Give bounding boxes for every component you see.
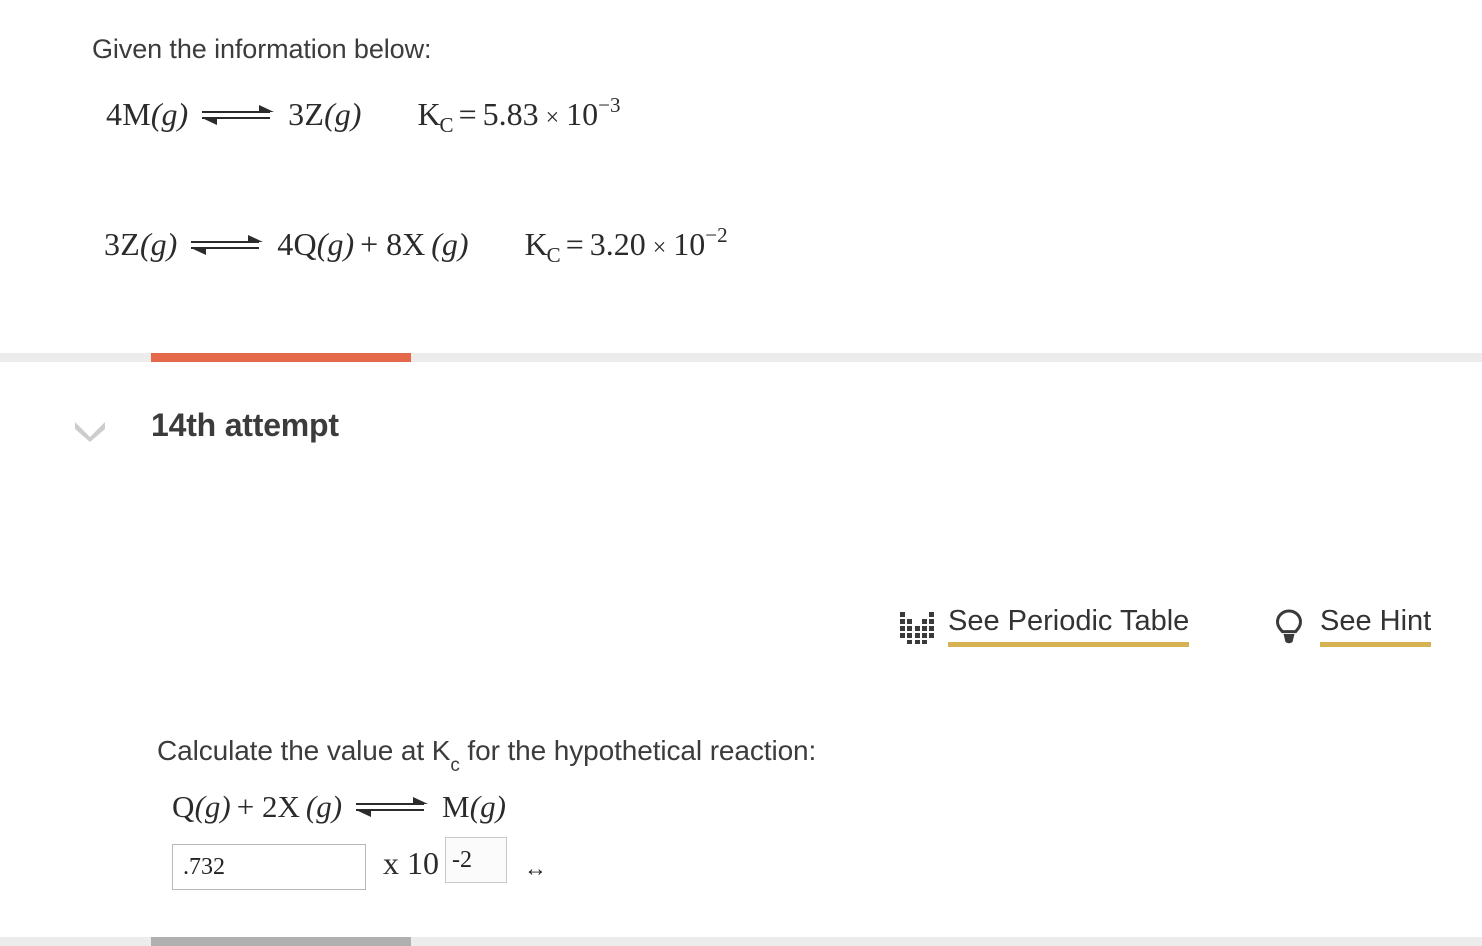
see-hint-link[interactable]: See Hint — [1274, 607, 1432, 647]
attempt-progress-bar-top — [0, 353, 1482, 362]
resize-handle-icon[interactable]: ↔ — [524, 857, 547, 880]
answer-mantissa-input[interactable] — [172, 844, 366, 890]
periodic-table-icon — [899, 610, 935, 644]
attempt-title: 14th attempt — [151, 407, 339, 443]
equation-2-right: 4Q(g) + 8X (g) — [277, 226, 469, 262]
lightbulb-icon — [1274, 609, 1304, 645]
tool-links: See Periodic Table See Hint — [0, 603, 1482, 663]
equation-1-right: 3Z(g) — [288, 96, 362, 132]
attempt-progress-bar-bottom — [0, 937, 1482, 946]
answer-exponent-input[interactable] — [445, 837, 507, 883]
equilibrium-arrow-icon — [191, 232, 264, 258]
question-prompt-after: for the hypothetical reaction: — [459, 735, 817, 766]
attempt-header: 14th attempt — [0, 398, 1482, 468]
question-equation-right: M(g) — [442, 789, 506, 824]
equation-1-left: 4M(g) — [106, 96, 189, 132]
equation-2-kc-value: KC = 3.20 × 10 −2 — [524, 223, 728, 267]
see-periodic-table-link[interactable]: See Periodic Table — [899, 607, 1190, 647]
given-information-label: Given the information below: — [92, 34, 432, 64]
see-hint-label: See Hint — [1320, 607, 1432, 647]
question-prompt: Calculate the value at Kc for the hypoth… — [157, 735, 817, 776]
progress-fill — [151, 937, 411, 946]
equilibrium-arrow-icon — [356, 794, 429, 820]
question-equation: Q(g) + 2X (g) M(g) — [172, 789, 506, 825]
equation-row-2: 3Z(g) 4Q(g) + 8X (g) KC = 3.20 × 10 −2 — [104, 223, 728, 267]
answer-row: x 10 ↔ — [0, 837, 1482, 903]
equation-1-kc-value: KC = 5.83 × 10 −3 — [417, 93, 621, 137]
equation-2-left: 3Z(g) — [104, 226, 178, 262]
equilibrium-arrow-icon — [202, 102, 275, 128]
question-prompt-subscript: c — [450, 754, 460, 776]
question-prompt-before: Calculate the value at K — [157, 735, 451, 766]
chevron-down-icon[interactable] — [68, 414, 112, 448]
question-equation-left: Q(g) + 2X (g) — [172, 789, 343, 824]
times-ten-label: x 10 — [383, 845, 439, 881]
progress-fill — [151, 353, 411, 362]
see-periodic-table-label: See Periodic Table — [948, 607, 1190, 647]
equation-row-1: 4M(g) 3Z(g) KC = 5.83 × 10 −3 — [106, 93, 621, 137]
